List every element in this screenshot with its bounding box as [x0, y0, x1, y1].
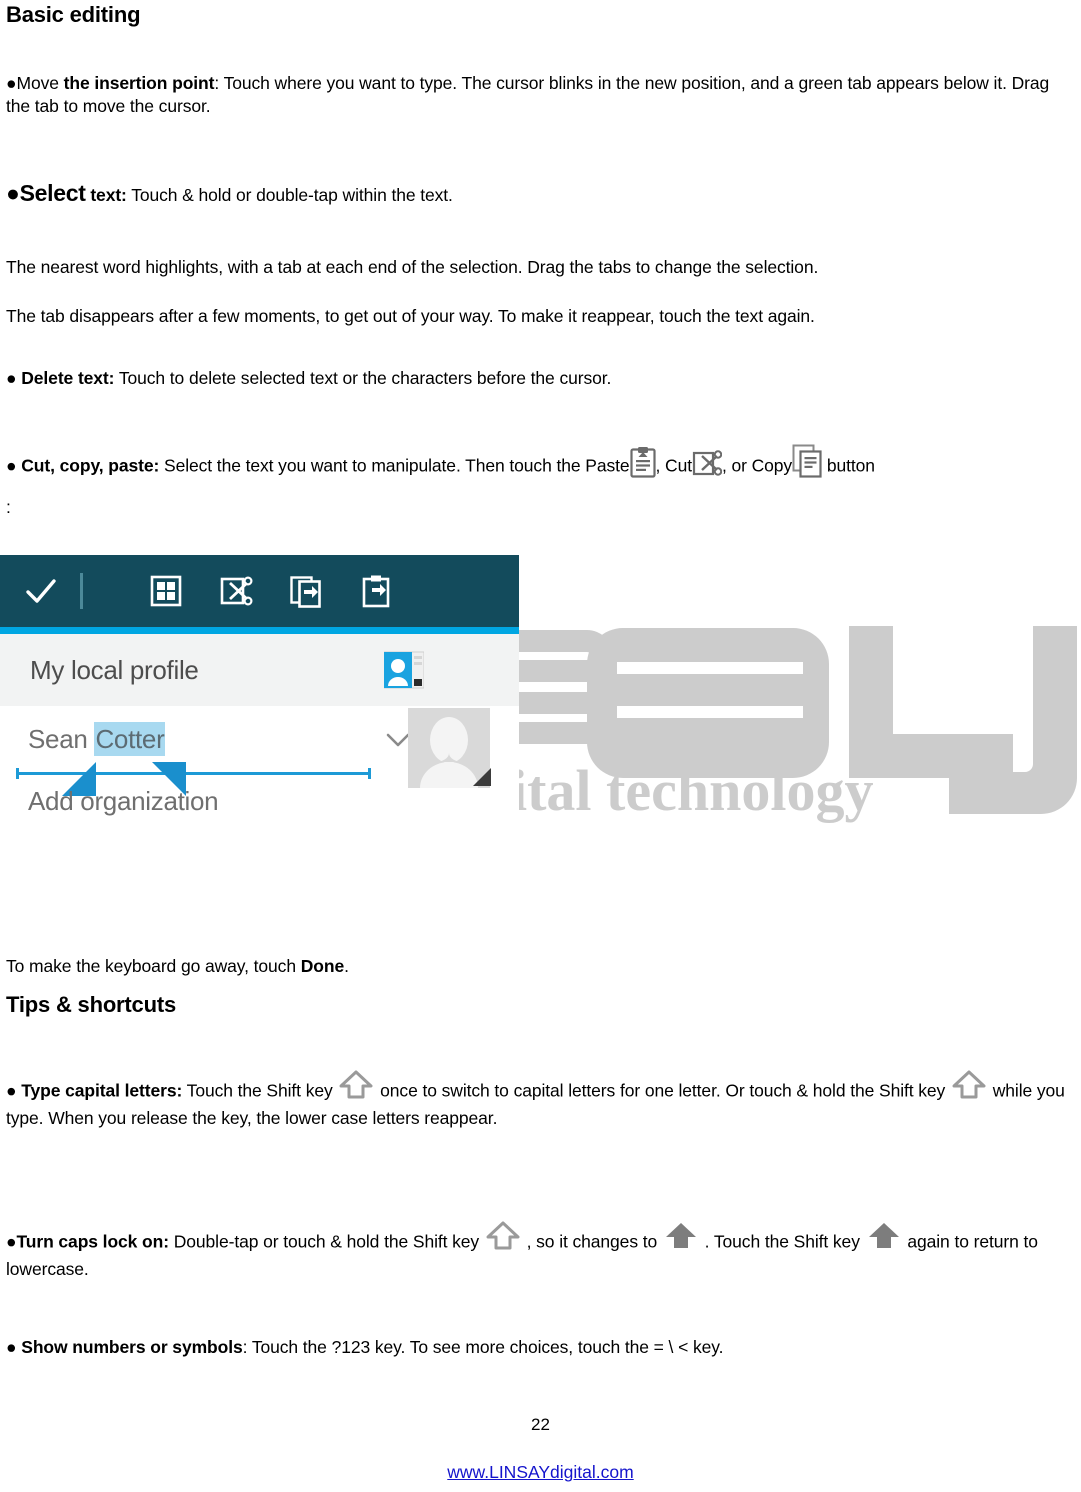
ccp-part1: Select the text you want to manipulate. …: [159, 455, 630, 476]
bullet-icon: ●: [6, 368, 17, 388]
page-number: 22: [531, 1415, 550, 1434]
ccp-part2: , Cut: [655, 455, 693, 476]
select-all-icon[interactable]: [149, 574, 183, 608]
tips-title: Tips & shortcuts: [6, 992, 176, 1017]
caps-lock-icon: [662, 1221, 700, 1251]
done-suffix: .: [344, 956, 349, 976]
shift-key-icon: [484, 1221, 522, 1251]
page-title: Basic editing: [6, 2, 141, 27]
contact-name[interactable]: Sean Cotter: [28, 722, 166, 756]
copy-icon: [792, 444, 822, 478]
caps-lock-icon: [865, 1221, 903, 1251]
paste-icon[interactable]: [359, 574, 393, 608]
select-bold-term: Select: [19, 180, 86, 206]
contact-name-selected: Cotter: [94, 722, 166, 756]
bullet-icon: ●: [6, 1231, 17, 1252]
ccp-bold-term: Cut, copy, paste:: [21, 455, 160, 476]
paragraph-done: To make the keyboard go away, touch Done…: [6, 955, 1075, 978]
bullet-icon: ●: [6, 180, 20, 206]
profile-row-label: My local profile: [30, 654, 199, 685]
paragraph-move-insertion-point: ●Move the insertion point: Touch where y…: [6, 72, 1075, 119]
bullet-icon: ●: [6, 1337, 17, 1357]
shift-key-icon: [950, 1070, 988, 1100]
copy-icon[interactable]: [289, 574, 323, 608]
bullet-icon: ●: [6, 1080, 17, 1101]
screenshot-toolbar: [0, 555, 519, 627]
symbols-bold-term: Show numbers or symbols: [21, 1337, 243, 1357]
cut-icon: [692, 449, 723, 477]
watermark-text: ital technology: [511, 758, 873, 823]
symbols-rest: : Touch the ?123 key. To see more choice…: [242, 1337, 724, 1357]
capslock-bold-term: Turn caps lock on:: [16, 1231, 169, 1252]
capslock-part2: , so it changes to: [526, 1231, 658, 1252]
heading-basic-editing: Basic editing: [6, 2, 141, 28]
ccp-part3: , or Copy: [721, 455, 793, 476]
paragraph-tab-disappears: The tab disappears after a few moments, …: [6, 305, 1075, 328]
select-rest: Touch & hold or double-tap within the te…: [126, 185, 453, 205]
capslock-part1: Double-tap or touch & hold the Shift key: [168, 1231, 480, 1252]
cut-icon[interactable]: [219, 574, 253, 608]
capitals-part1: Touch the Shift key: [182, 1080, 333, 1101]
avatar-corner-marker: [473, 768, 491, 786]
ccp-part4: button: [826, 455, 875, 476]
delete-bold-term: Delete text:: [21, 368, 115, 388]
contact-name-unselected: Sean: [28, 724, 95, 754]
done-prefix: To make the keyboard go away, touch: [6, 956, 301, 976]
shift-key-icon: [337, 1070, 375, 1100]
contact-card-icon[interactable]: [383, 650, 425, 690]
heading-tips-shortcuts: Tips & shortcuts: [6, 992, 176, 1018]
capslock-part3: . Touch the Shift key: [704, 1231, 860, 1252]
done-bold-term: Done: [300, 956, 345, 976]
embedded-screenshot: My local profile Sean Cotter Add organiz…: [0, 555, 519, 823]
capitals-bold-term: Type capital letters:: [21, 1080, 183, 1101]
paragraph-delete-text: ● Delete text: Touch to delete selected …: [6, 367, 1075, 390]
paste-icon: [629, 446, 656, 478]
paragraph-highlight-text: The nearest word highlights, with a tab …: [6, 257, 819, 277]
bullet-icon: ●: [6, 73, 17, 93]
paragraph-select-text: ●Select text: Touch & hold or double-tap…: [6, 178, 1075, 209]
paragraph-tab-disappears-text: The tab disappears after a few moments, …: [6, 306, 815, 326]
linsay-watermark: ital technology: [505, 600, 1081, 830]
document-page: ital technology Basic editing ●Move the …: [0, 0, 1081, 1492]
profile-row[interactable]: My local profile: [0, 634, 519, 706]
colon-text: :: [6, 497, 11, 517]
paragraph-type-capital-letters: ● Type capital letters: Touch the Shift …: [6, 1070, 1079, 1130]
select-bold-label: text:: [90, 185, 127, 205]
move-bold-term: the insertion point: [63, 73, 215, 93]
paragraph-cut-copy-paste: ● Cut, copy, paste: Select the text you …: [6, 444, 1081, 484]
paragraph-show-numbers-or-symbols: ● Show numbers or symbols: Touch the ?12…: [6, 1336, 1075, 1359]
delete-rest: Touch to delete selected text or the cha…: [114, 368, 612, 388]
check-icon[interactable]: [24, 574, 58, 608]
toolbar-accent-line: [0, 627, 519, 634]
paragraph-highlight: The nearest word highlights, with a tab …: [6, 256, 1075, 279]
add-organization-label[interactable]: Add organization: [28, 786, 219, 817]
contact-edit-area: Sean Cotter Add organization: [0, 706, 519, 823]
bullet-icon: ●: [6, 455, 17, 476]
footer-website-link[interactable]: www.LINSAYdigital.com: [0, 1462, 1081, 1483]
paragraph-turn-caps-lock-on: ●Turn caps lock on: Double-tap or touch …: [6, 1221, 1079, 1281]
toolbar-divider: [80, 573, 83, 609]
capitals-part2: once to switch to capital letters for on…: [380, 1080, 946, 1101]
move-lead: Move: [16, 73, 64, 93]
paragraph-colon-line: :: [6, 496, 11, 519]
